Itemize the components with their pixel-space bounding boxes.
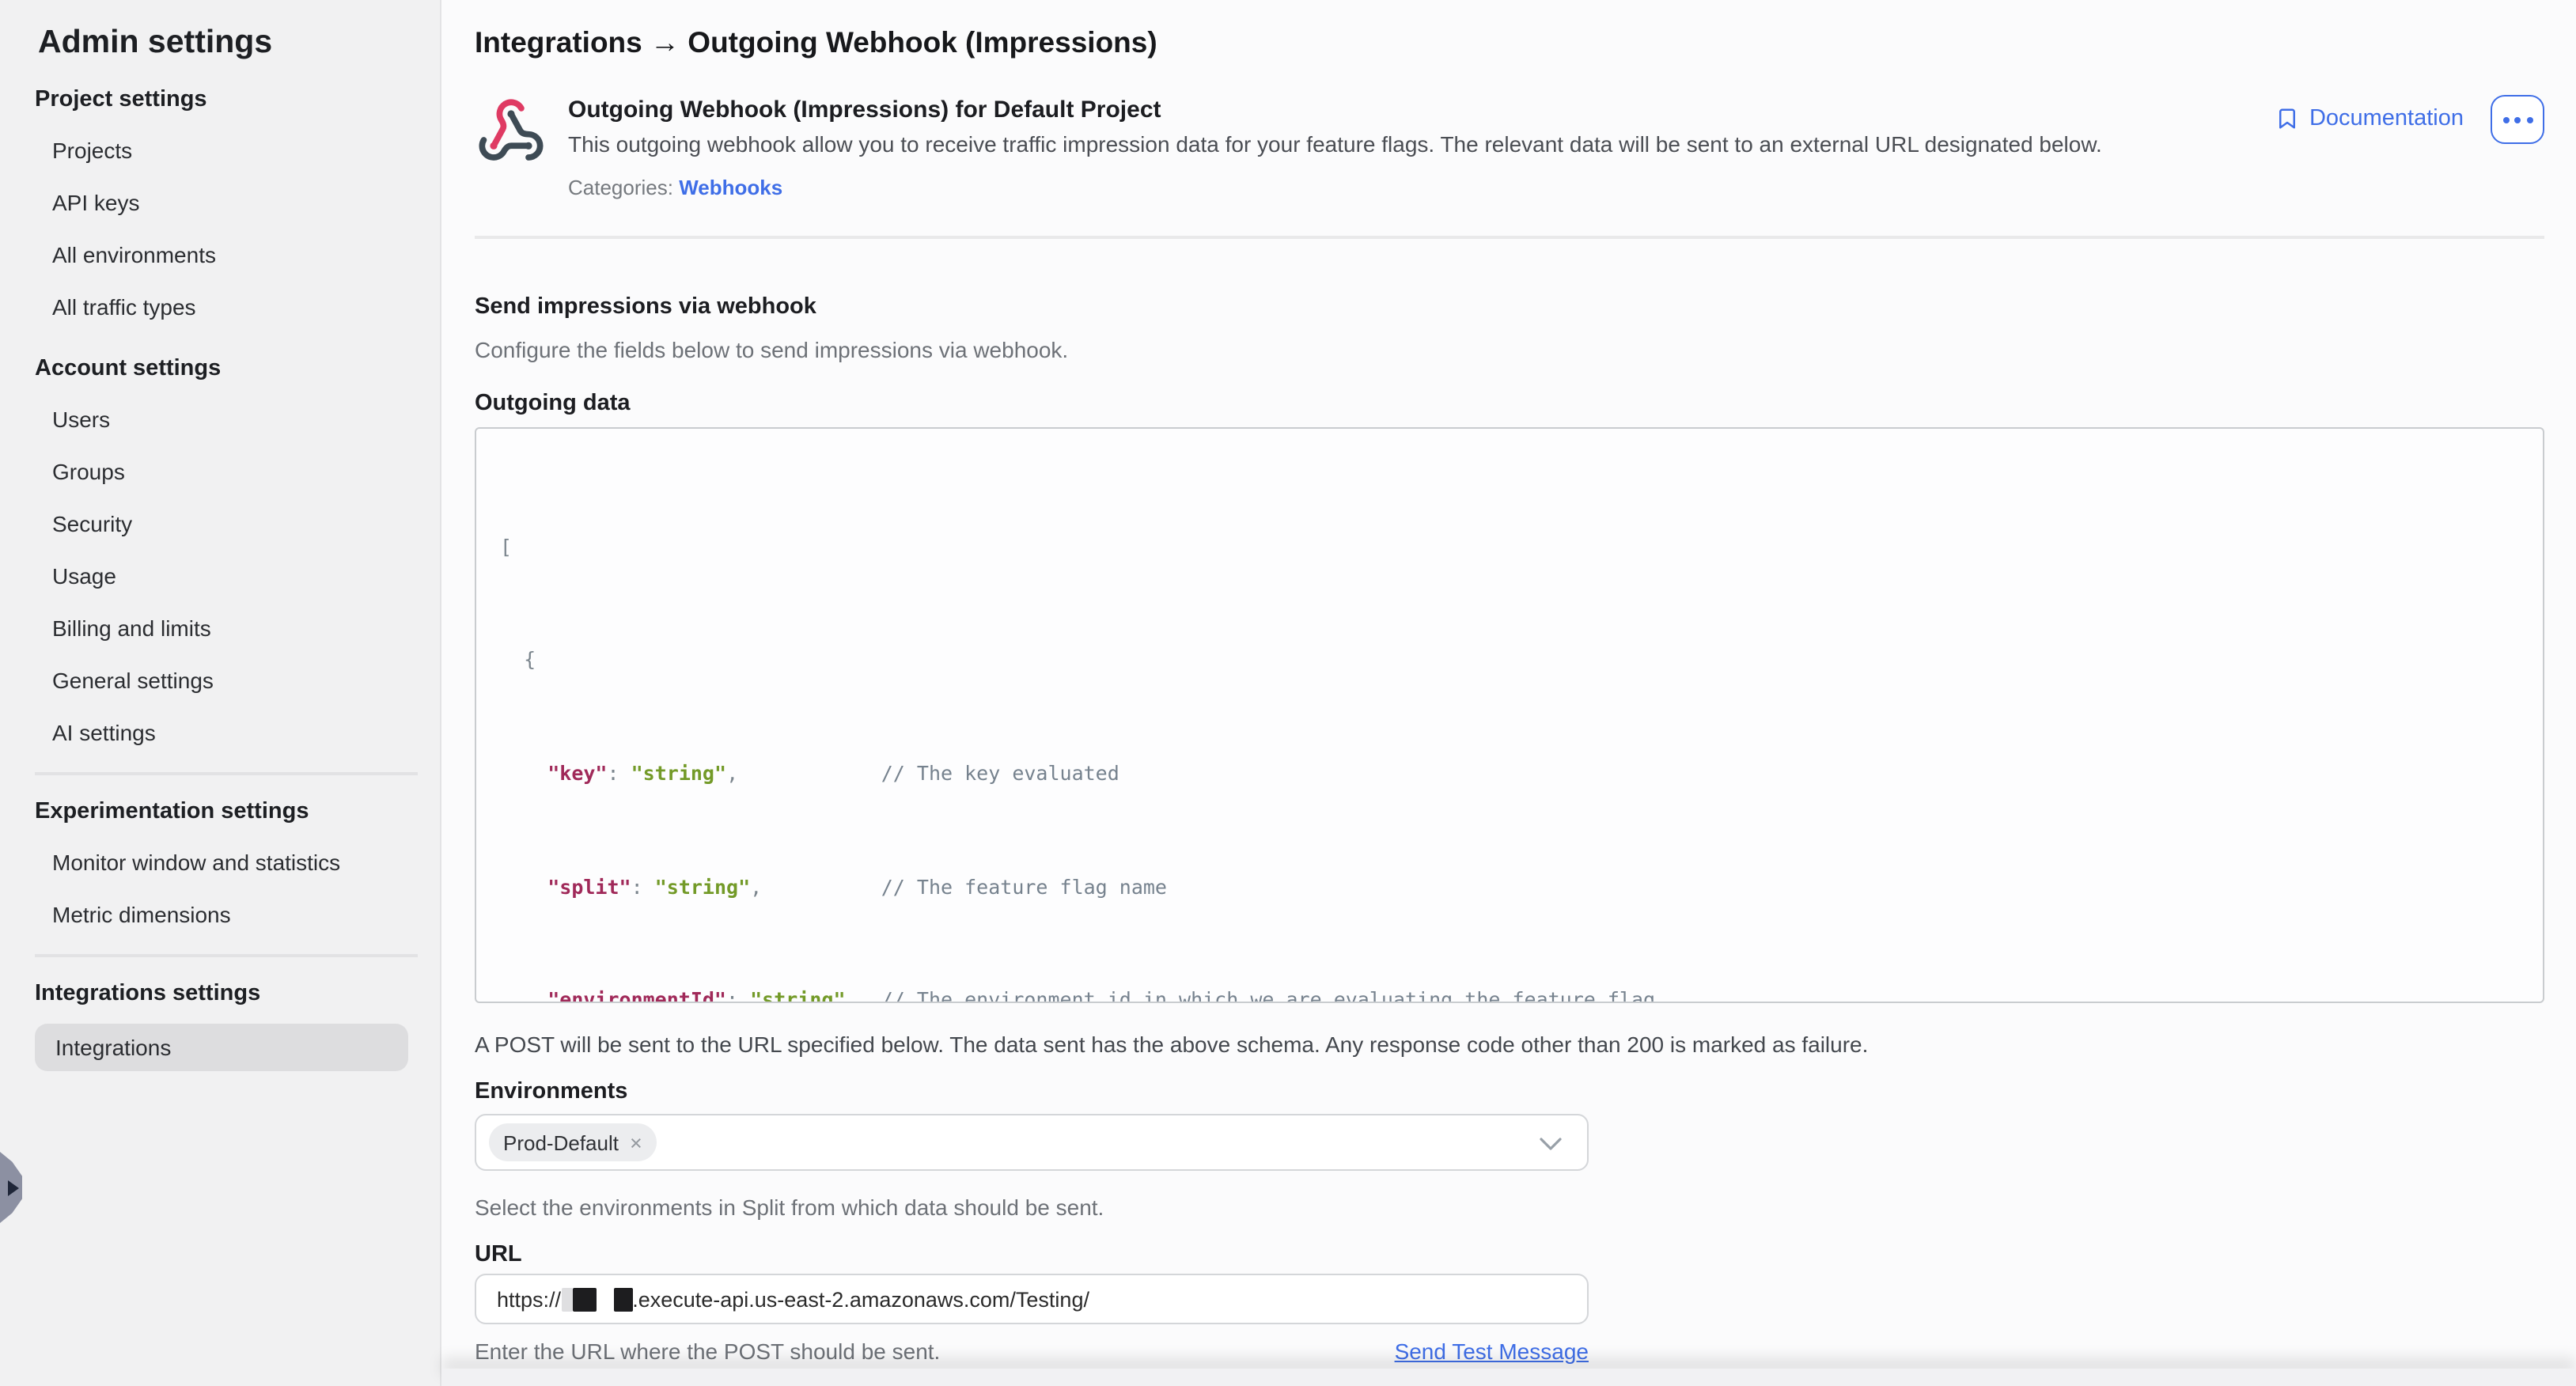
send-impressions-title: Send impressions via webhook: [475, 293, 2544, 321]
send-impressions-subtitle: Configure the fields below to send impre…: [475, 335, 2544, 364]
sidebar-section-items: Projects API keys All environments All t…: [0, 123, 440, 332]
url-input[interactable]: https:// .execute-api.us-east-2.amazonaw…: [475, 1274, 1589, 1324]
bottom-sticky-bar: [441, 1369, 2576, 1386]
webhook-description: This outgoing webhook allow you to recei…: [568, 130, 2102, 158]
url-segment: [561, 1287, 573, 1311]
documentation-link[interactable]: Documentation: [2276, 106, 2464, 131]
code-line: {: [500, 646, 2519, 675]
webhook-icon: [475, 97, 547, 166]
environments-help: Select the environments in Split from wh…: [475, 1193, 2544, 1221]
webhook-categories: Categories: Webhooks: [568, 176, 2102, 199]
sidebar-section-heading: Account settings: [0, 354, 440, 383]
url-label: URL: [475, 1242, 2544, 1267]
sidebar-item[interactable]: Groups: [0, 445, 440, 497]
bookmark-icon: [2276, 106, 2300, 131]
sidebar-section-heading: Experimentation settings: [0, 797, 440, 826]
outgoing-data-schema: [ { "key": "string", // The key evaluate…: [475, 427, 2544, 1003]
sidebar-item[interactable]: Projects: [0, 123, 440, 176]
categories-webhooks-link[interactable]: Webhooks: [679, 176, 782, 199]
sidebar-section-heading: Integrations settings: [0, 979, 440, 1008]
environments-label: Environments: [475, 1077, 2544, 1106]
send-test-message-link[interactable]: Send Test Message: [1395, 1339, 1589, 1364]
webhook-title: Outgoing Webhook (Impressions) for Defau…: [568, 95, 2102, 125]
url-segment: .execute-api.us-east-2.amazonaws.com/Tes…: [632, 1287, 1089, 1311]
environment-chip-label: Prod-Default: [503, 1130, 619, 1154]
chevron-right-icon: [7, 1180, 18, 1195]
sidebar-item-label: All environments: [52, 241, 216, 267]
sidebar-item-label: Billing and limits: [52, 615, 211, 640]
code-line: "environmentId": "string", // The enviro…: [500, 986, 2519, 1003]
integration-header: Outgoing Webhook (Impressions) for Defau…: [475, 95, 2544, 199]
url-segment: https://: [497, 1287, 561, 1311]
sidebar-item[interactable]: General settings: [0, 653, 440, 706]
url-segment: [615, 1287, 633, 1311]
code-line: "split": "string", // The feature flag n…: [500, 873, 2519, 901]
page-title: Integrations → Outgoing Webhook (Impress…: [475, 24, 2544, 62]
outgoing-data-label: Outgoing data: [475, 389, 2544, 418]
url-footer-row: Enter the URL where the POST should be s…: [475, 1339, 1589, 1364]
url-segment: [597, 1287, 615, 1311]
documentation-label: Documentation: [2309, 106, 2464, 131]
sidebar-section-items: Users Groups Security Usage: [0, 392, 440, 758]
sidebar-item[interactable]: Monitor window and statistics: [0, 835, 440, 888]
categories-label: Categories:: [568, 176, 673, 199]
sidebar-section-items: Monitor window and statistics Metric dim…: [0, 835, 440, 940]
sidebar-section: Account settings Users Groups Security: [0, 354, 440, 775]
sidebar-item[interactable]: Metric dimensions: [0, 888, 440, 940]
sidebar-item-label: Integrations: [55, 1035, 171, 1060]
url-segment: [573, 1287, 597, 1311]
sidebar-item[interactable]: Usage: [0, 549, 440, 601]
sidebar-item[interactable]: Billing and limits: [0, 601, 440, 653]
sidebar-item-label: General settings: [52, 667, 214, 692]
sidebar-item[interactable]: API keys: [0, 176, 440, 228]
sidebar-item-label: Projects: [52, 137, 132, 162]
sidebar-item[interactable]: All traffic types: [0, 280, 440, 332]
sidebar-item-label: Metric dimensions: [52, 901, 231, 926]
post-note: A POST will be sent to the URL specified…: [475, 1030, 2544, 1058]
sidebar-section: Integrations settings Integrations: [0, 979, 440, 1071]
sidebar-item-label: Security: [52, 510, 132, 536]
sidebar-item-label: Users: [52, 406, 110, 431]
sidebar-item[interactable]: Users: [0, 392, 440, 445]
environments-select[interactable]: Prod-Default ×: [475, 1114, 1589, 1171]
code-line: [: [500, 532, 2519, 561]
main-content: Integrations → Outgoing Webhook (Impress…: [441, 0, 2576, 1386]
sidebar-section: Project settings Projects API keys All e…: [0, 85, 440, 332]
section-divider: [475, 236, 2544, 239]
sidebar-section-items: Integrations: [0, 1024, 440, 1071]
sidebar-item[interactable]: All environments: [0, 228, 440, 280]
code-line: "key": "string", // The key evaluated: [500, 759, 2519, 788]
sidebar-collapse-handle[interactable]: [0, 1152, 22, 1223]
more-options-button[interactable]: [2491, 95, 2544, 144]
chevron-down-icon: [1538, 1136, 1563, 1152]
sidebar-divider: [35, 954, 418, 957]
webhook-info: Outgoing Webhook (Impressions) for Defau…: [568, 95, 2102, 199]
sidebar-title: Admin settings: [38, 22, 440, 63]
sidebar-item[interactable]: Integrations: [35, 1024, 408, 1071]
chip-remove-icon[interactable]: ×: [630, 1130, 642, 1154]
sidebar-divider: [35, 772, 418, 775]
ellipsis-icon: [2502, 116, 2509, 123]
sidebar-item-label: All traffic types: [52, 293, 196, 319]
sidebar: Admin settings Project settings Projects…: [0, 0, 441, 1386]
admin-settings-page: Admin settings Project settings Projects…: [0, 0, 2576, 1386]
sidebar-item-label: Monitor window and statistics: [52, 849, 340, 874]
sidebar-section-heading: Project settings: [0, 85, 440, 114]
sidebar-section: Experimentation settings Monitor window …: [0, 797, 440, 957]
sidebar-item[interactable]: Security: [0, 497, 440, 549]
sidebar-item-label: Usage: [52, 562, 116, 588]
sidebar-item-label: API keys: [52, 189, 140, 214]
url-help: Enter the URL where the POST should be s…: [475, 1339, 940, 1364]
sidebar-item-label: Groups: [52, 458, 125, 483]
environment-chip[interactable]: Prod-Default ×: [489, 1123, 657, 1161]
sidebar-item-label: AI settings: [52, 719, 156, 744]
header-actions: Documentation: [2276, 95, 2544, 144]
sidebar-item[interactable]: AI settings: [0, 706, 440, 758]
